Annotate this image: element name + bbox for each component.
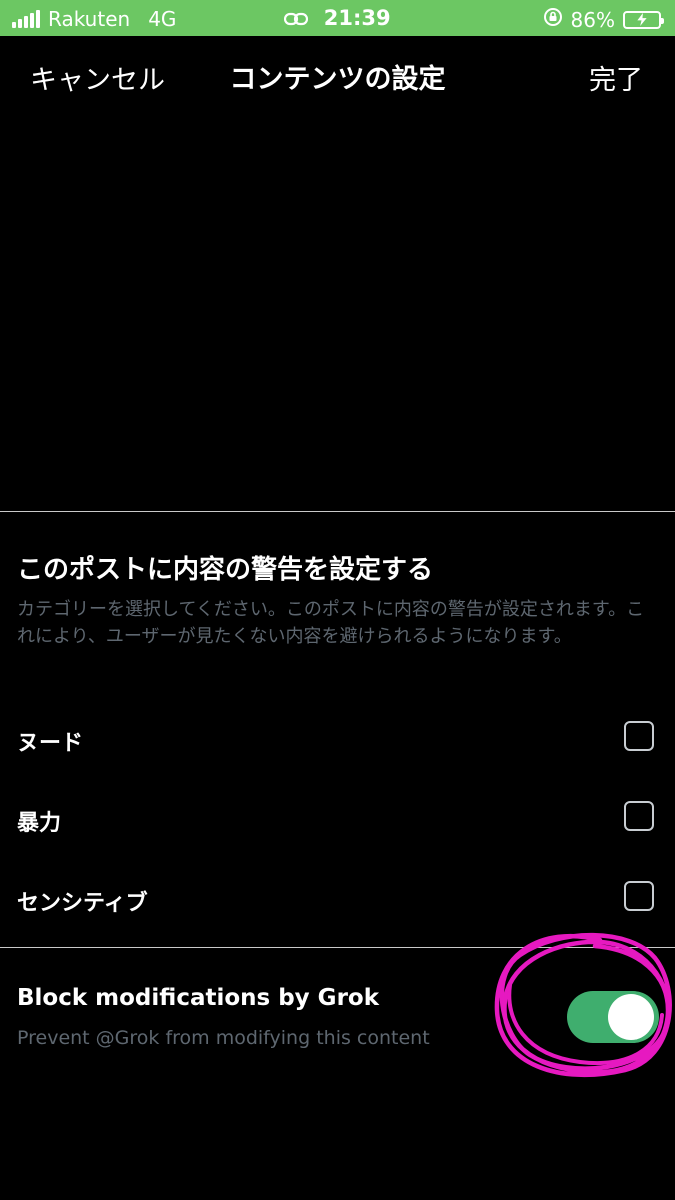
warning-section-description: カテゴリーを選択してください。このポストに内容の警告が設定されます。これにより、… <box>17 599 645 647</box>
option-label: センシティブ <box>17 891 148 916</box>
battery-percent: 86% <box>570 7 615 32</box>
nudity-checkbox[interactable] <box>624 721 654 751</box>
nav-header: キャンセル コンテンツの設定 完了 <box>0 54 675 100</box>
done-button[interactable]: 完了 <box>589 58 643 97</box>
warning-section-title: このポストに内容の警告を設定する <box>17 555 434 585</box>
option-label: 暴力 <box>17 811 62 836</box>
option-nudity[interactable]: ヌード <box>0 711 675 771</box>
section-divider-top <box>0 511 675 512</box>
section-divider-grok <box>0 947 675 948</box>
clock: 21:39 <box>323 6 391 30</box>
option-sensitive[interactable]: センシティブ <box>0 871 675 931</box>
status-bar-right: 86% <box>543 7 664 32</box>
link-icon <box>284 7 309 31</box>
option-label: ヌード <box>17 731 84 756</box>
grok-block-toggle[interactable] <box>567 991 659 1043</box>
grok-block-title: Block modifications by Grok <box>17 985 380 1011</box>
option-violence[interactable]: 暴力 <box>0 791 675 851</box>
page-title: コンテンツの設定 <box>229 64 446 95</box>
grok-block-description: Prevent @Grok from modifying this conten… <box>17 1027 430 1049</box>
status-bar: Rakuten 4G 21:39 86% <box>0 0 675 36</box>
sensitive-checkbox[interactable] <box>624 881 654 911</box>
battery-charging-icon <box>623 10 664 29</box>
violence-checkbox[interactable] <box>624 801 654 831</box>
toggle-knob <box>608 994 654 1040</box>
rotation-lock-icon <box>543 7 563 32</box>
